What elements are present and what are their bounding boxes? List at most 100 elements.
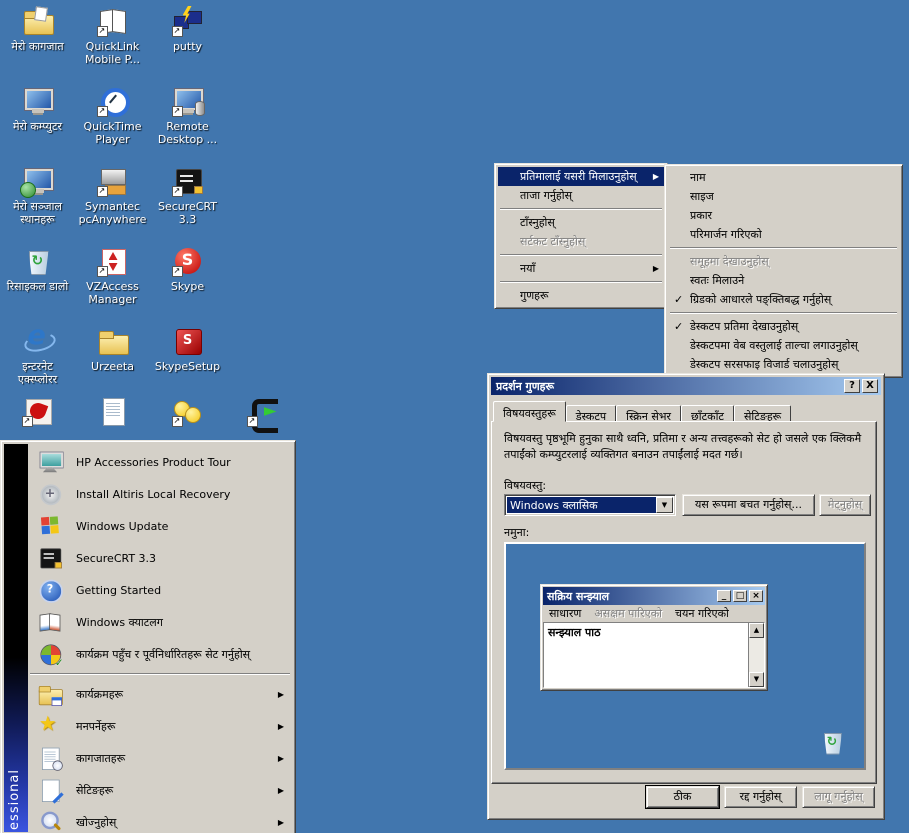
desktop-icon-remote-desktop[interactable]: Remote Desktop ... — [150, 85, 225, 146]
desktop-icon-notes-document[interactable] — [75, 395, 150, 430]
start-menu-item-windows-catalog[interactable]: Windows क्याटलग — [28, 606, 292, 638]
start-menu-item-label: SecureCRT 3.3 — [76, 552, 284, 565]
menu-item-paste[interactable]: टाँस्नुहोस् — [498, 213, 664, 232]
menu-item-by-type[interactable]: प्रकार — [668, 206, 899, 225]
start-menu-sidebar: essional — [4, 444, 28, 832]
theme-description: विषयवस्तु पृष्ठभूमि हुनुका साथै ध्वनि, प… — [504, 431, 868, 463]
notes-document-icon — [97, 395, 129, 427]
menu-item-properties[interactable]: गुणहरू — [498, 286, 664, 305]
desktop-icon-skype[interactable]: Skype — [150, 245, 225, 293]
desktop-icon-quicklink-mobile[interactable]: QuickLink Mobile P... — [75, 5, 150, 66]
desktop-icon-label: मेरो कागजात — [11, 40, 63, 53]
desktop-icon-my-computer[interactable]: मेरो कम्प्युटर — [0, 85, 75, 133]
themes-tab-panel: विषयवस्तु पृष्ठभूमि हुनुका साथै ध्वनि, प… — [491, 421, 877, 784]
start-menu-item-label: Windows क्याटलग — [76, 615, 284, 630]
desktop-icon-label: QuickTime Player — [77, 120, 149, 146]
save-as-button[interactable]: यस रूपमा बचत गर्नुहोस्... — [682, 494, 815, 516]
desktop-icon-label: मेरो कम्प्युटर — [13, 120, 62, 133]
dropdown-arrow-icon[interactable]: ▼ — [656, 497, 673, 513]
internet-explorer-icon — [22, 325, 54, 357]
sample-menu-selected: चयन गरिएको — [675, 606, 729, 621]
desktop-icon-internet-explorer[interactable]: इन्टरनेट एक्स्प्लोरर — [0, 325, 75, 386]
start-menu-item-install-altiris-local-recovery[interactable]: Install Altiris Local Recovery — [28, 478, 292, 510]
desktop-icon-connect-tool[interactable] — [225, 395, 300, 430]
desktop-icon-my-documents[interactable]: मेरो कागजात — [0, 5, 75, 53]
shortcut-arrow-icon — [172, 416, 183, 427]
recycle-bin-icon — [22, 245, 54, 277]
menu-item-show-desktop-icons[interactable]: डेस्कटप प्रतिमा देखाउनुहोस्✓ — [668, 317, 899, 336]
menu-item-by-modified[interactable]: परिमार्जन गरिएको — [668, 225, 899, 244]
start-menu-item-securecrt-3-3[interactable]: SecureCRT 3.3 — [28, 542, 292, 574]
menu-item-label: डेस्कटप सरसफाइ विजार्ड चलाउनुहोस् — [690, 358, 838, 371]
shortcut-arrow-icon — [172, 266, 183, 277]
desktop-icon-label: SkypeSetup — [155, 360, 220, 373]
menu-item-by-size[interactable]: साइज — [668, 187, 899, 206]
programs-icon — [37, 681, 63, 707]
menu-item-label: ग्रिडको आधारले पङ्क्तिबद्ध गर्नुहोस् — [690, 293, 831, 306]
submenu-arrow-icon: ▶ — [278, 818, 284, 827]
menu-item-label: स्वतः मिलाउने — [690, 274, 744, 287]
desktop-icon-label: Remote Desktop ... — [152, 120, 224, 146]
desktop-icon-securecrt-3-3[interactable]: SecureCRT 3.3 — [150, 165, 225, 226]
desktop-icon-label: Skype — [171, 280, 204, 293]
shortcut-arrow-icon — [247, 416, 258, 427]
cancel-button[interactable]: रद्द गर्नुहोस् — [724, 786, 797, 808]
desktop-icon-putty[interactable]: putty — [150, 5, 225, 53]
menu-item-new[interactable]: नयाँ▶ — [498, 259, 664, 278]
apply-button: लागू गर्नुहोस् — [802, 786, 875, 808]
securecrt-3-3-icon — [172, 165, 204, 197]
start-menu-item-windows-update[interactable]: Windows Update — [28, 510, 292, 542]
theme-dropdown[interactable]: Windows क्लासिक ▼ — [504, 494, 676, 516]
tab-themes[interactable]: विषयवस्तुहरू — [493, 401, 566, 422]
desktop-icon-symantec-pcanywhere[interactable]: Symantec pcAnywhere — [75, 165, 150, 226]
start-menu-item-getting-started[interactable]: Getting Started — [28, 574, 292, 606]
close-icon[interactable]: X — [862, 379, 878, 393]
start-menu-item-label: कार्यक्रम पहुँच र पूर्वनिर्धारितहरू सेट … — [76, 647, 284, 662]
display-properties-dialog: प्रदर्शन गुणहरू ? X विषयवस्तुहरूडेस्कटपस… — [487, 373, 885, 820]
start-menu-item-settings[interactable]: सेटिङहरू▶ — [28, 774, 292, 806]
start-menu-item-set-program-access-and-defaults[interactable]: कार्यक्रम पहुँच र पूर्वनिर्धारितहरू सेट … — [28, 638, 292, 670]
menu-item-lock-web-items[interactable]: डेस्कटपमा वेब वस्तुलाई ताल्चा लगाउनुहोस् — [668, 336, 899, 355]
remote-desktop-icon — [172, 85, 204, 117]
menu-item-arrange-icons-by[interactable]: प्रतिमालाई यसरी मिलाउनुहोस्▶ — [498, 167, 664, 186]
skype-icon — [172, 245, 204, 277]
help-button[interactable]: ? — [844, 379, 860, 393]
desktop-icon-recycle-bin[interactable]: रिसाइकल डालो — [0, 245, 75, 293]
recycle-bin-icon — [818, 728, 847, 757]
start-menu-item-documents[interactable]: कागजातहरू▶ — [28, 742, 292, 774]
start-menu-item-hp-accessories-product-tour[interactable]: HP Accessories Product Tour — [28, 446, 292, 478]
shortcut-arrow-icon — [97, 186, 108, 197]
desktop-icon-quicktime-player[interactable]: QuickTime Player — [75, 85, 150, 146]
sample-window-body: सन्झ्याल पाठ ▲ ▼ — [543, 622, 765, 688]
menu-item-desktop-cleanup-wizard[interactable]: डेस्कटप सरसफाइ विजार्ड चलाउनुहोस् — [668, 355, 899, 374]
theme-preview: सक्रिय सन्झ्याल _ □ × साधारणअसक्षम पारिए… — [504, 542, 866, 770]
desktop-icon-label: मेरो सञ्जाल स्थानहरू — [2, 200, 74, 226]
start-menu-item-programs[interactable]: कार्यक्रमहरू▶ — [28, 678, 292, 710]
hp-accessories-product-tour-icon — [37, 449, 63, 475]
submenu-arrow-icon: ▶ — [653, 167, 659, 186]
menu-item-refresh[interactable]: ताजा गर्नुहोस् — [498, 186, 664, 205]
desktop-icon-label: Urzeeta — [91, 360, 134, 373]
desktop-icon-label: रिसाइकल डालो — [7, 280, 68, 293]
desktop-icon-skypesetup[interactable]: SkypeSetup — [150, 325, 225, 373]
shortcut-arrow-icon — [22, 416, 33, 427]
start-menu-item-search[interactable]: खोज्नुहोस्▶ — [28, 806, 292, 833]
ok-button[interactable]: ठीक — [646, 786, 719, 808]
my-computer-icon — [22, 85, 54, 117]
menu-item-label: सर्टकट टाँस्नुहोस् — [520, 235, 585, 248]
sample-window-menubar: साधारणअसक्षम पारिएकोचयन गरिएको — [543, 605, 765, 622]
shortcut-arrow-icon — [172, 106, 183, 117]
menu-item-auto-arrange[interactable]: स्वतः मिलाउने — [668, 271, 899, 290]
desktop-icon-yahoo-messenger[interactable] — [150, 395, 225, 430]
favorites-icon — [37, 713, 63, 739]
start-menu-item-favorites[interactable]: मनपर्नेहरू▶ — [28, 710, 292, 742]
desktop-icon-my-network-places[interactable]: मेरो सञ्जाल स्थानहरू — [0, 165, 75, 226]
desktop-icon-vzaccess-manager[interactable]: VZAccess Manager — [75, 245, 150, 306]
scroll-down-icon: ▼ — [749, 672, 764, 687]
desktop-icon-acrobat[interactable] — [0, 395, 75, 430]
menu-item-label: नयाँ — [520, 262, 535, 275]
menu-item-by-name[interactable]: नाम — [668, 168, 899, 187]
menu-item-align-to-grid[interactable]: ग्रिडको आधारले पङ्क्तिबद्ध गर्नुहोस्✓ — [668, 290, 899, 309]
desktop-icon-urzeeta[interactable]: Urzeeta — [75, 325, 150, 373]
submenu-arrow-icon: ▶ — [278, 786, 284, 795]
